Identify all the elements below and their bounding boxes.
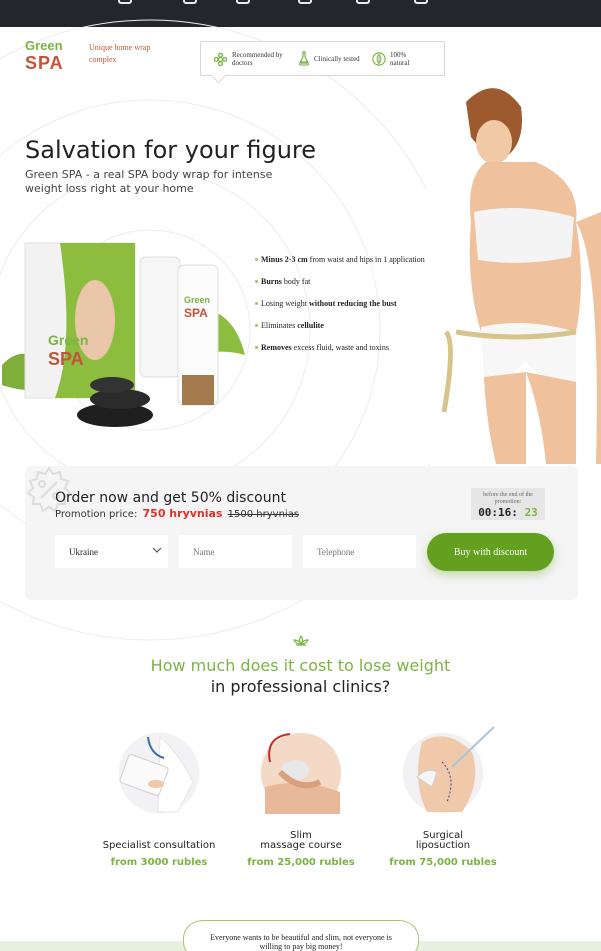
flower-icon	[213, 52, 228, 66]
product-image: Green SPA Green SPA	[2, 242, 245, 427]
badge-label: Clinically tested	[314, 54, 360, 63]
svg-text:Green: Green	[184, 295, 210, 305]
service-name: Specialist consultation	[102, 840, 216, 851]
badge-label: Recommended by doctors	[232, 51, 283, 67]
order-title: Order now and get 50% discount	[55, 490, 286, 506]
svg-text:SPA: SPA	[48, 349, 84, 369]
logo-line2: SPA	[25, 53, 64, 73]
old-price: 1500 hryvnias	[227, 509, 300, 520]
consultation-image	[118, 732, 200, 814]
name-input[interactable]	[179, 535, 292, 568]
benefit-item: Removes excess fluid, waste and toxins	[255, 343, 425, 353]
benefit-item: Burns body fat	[255, 277, 425, 287]
section-title-line2: in professional clinics?	[210, 677, 391, 696]
hero-title: Salvation for your figure	[25, 136, 317, 164]
social-icon[interactable]	[118, 0, 132, 4]
logo-line1: Green	[25, 38, 63, 53]
lotus-icon	[293, 635, 309, 646]
timer-caption: before the end of the promotion:	[483, 492, 533, 505]
model-photo	[426, 82, 601, 464]
logo[interactable]: Green SPA	[25, 38, 64, 74]
badge-label: 100% natural	[390, 51, 410, 67]
hero-subtitle: Green SPA - a real SPA body wrap for int…	[25, 168, 273, 195]
new-price: 750 hryvnias	[142, 507, 223, 520]
svg-text:Green: Green	[48, 332, 88, 348]
benefit-item: Eliminates cellulite	[255, 321, 425, 331]
service-massage: Slim massage course from 25,000 rubles	[231, 732, 371, 868]
social-icon[interactable]	[236, 0, 250, 4]
top-bar	[0, 0, 601, 27]
benefit-item: Minus 2-3 cm from waist and hips in 1 ap…	[255, 255, 425, 265]
social-icon[interactable]	[298, 0, 312, 4]
country-select[interactable]: Ukraine	[55, 535, 168, 568]
telephone-input[interactable]	[303, 535, 416, 568]
benefit-item: Losing weight without reducing the bust	[255, 299, 425, 309]
tagline: Unique home wrap complex	[89, 43, 151, 64]
countdown-timer: before the end of the promotion: 00:16: …	[471, 488, 545, 520]
section-title-line1: How much does it cost to lose weight	[150, 656, 451, 675]
badge-tested: Clinically tested	[298, 51, 368, 66]
social-icon[interactable]	[414, 0, 428, 4]
quote-text: Everyone wants to be beautiful and slim,…	[210, 933, 392, 951]
benefits-list: Minus 2-3 cm from waist and hips in 1 ap…	[255, 255, 425, 365]
price-label: Promotion price:	[55, 509, 138, 520]
badge-doctors: Recommended by doctors	[213, 51, 299, 67]
service-price: from 25,000 rubles	[247, 857, 355, 868]
service-consultation: Specialist consultation from 3000 rubles	[89, 732, 229, 868]
leaf-icon	[372, 52, 386, 66]
trust-badges: Recommended by doctors Clinically tested…	[200, 41, 445, 76]
service-price: from 3000 rubles	[110, 857, 208, 868]
timer-value: 00:16: 23	[478, 506, 538, 519]
chevron-down-icon	[152, 547, 162, 553]
flask-icon	[299, 51, 309, 66]
social-icon[interactable]	[356, 0, 370, 4]
service-name-line2: liposuction	[415, 840, 471, 851]
service-price: from 75,000 rubles	[389, 857, 497, 868]
buy-button[interactable]: Buy with discount	[427, 533, 554, 571]
service-name-line2: massage course	[260, 840, 342, 851]
social-icon[interactable]	[183, 0, 197, 4]
liposuction-image	[402, 726, 495, 814]
quote-bubble: Everyone wants to be beautiful and slim,…	[183, 920, 419, 951]
promotion-price: Promotion price: 750 hryvnias 1500 hryvn…	[55, 507, 299, 522]
service-liposuction: Surgical liposuction from 75,000 rubles	[373, 726, 513, 868]
badge-natural: 100% natural	[372, 51, 438, 67]
country-value: Ukraine	[69, 546, 98, 557]
massage-image	[260, 732, 342, 814]
svg-text:SPA: SPA	[184, 306, 208, 320]
